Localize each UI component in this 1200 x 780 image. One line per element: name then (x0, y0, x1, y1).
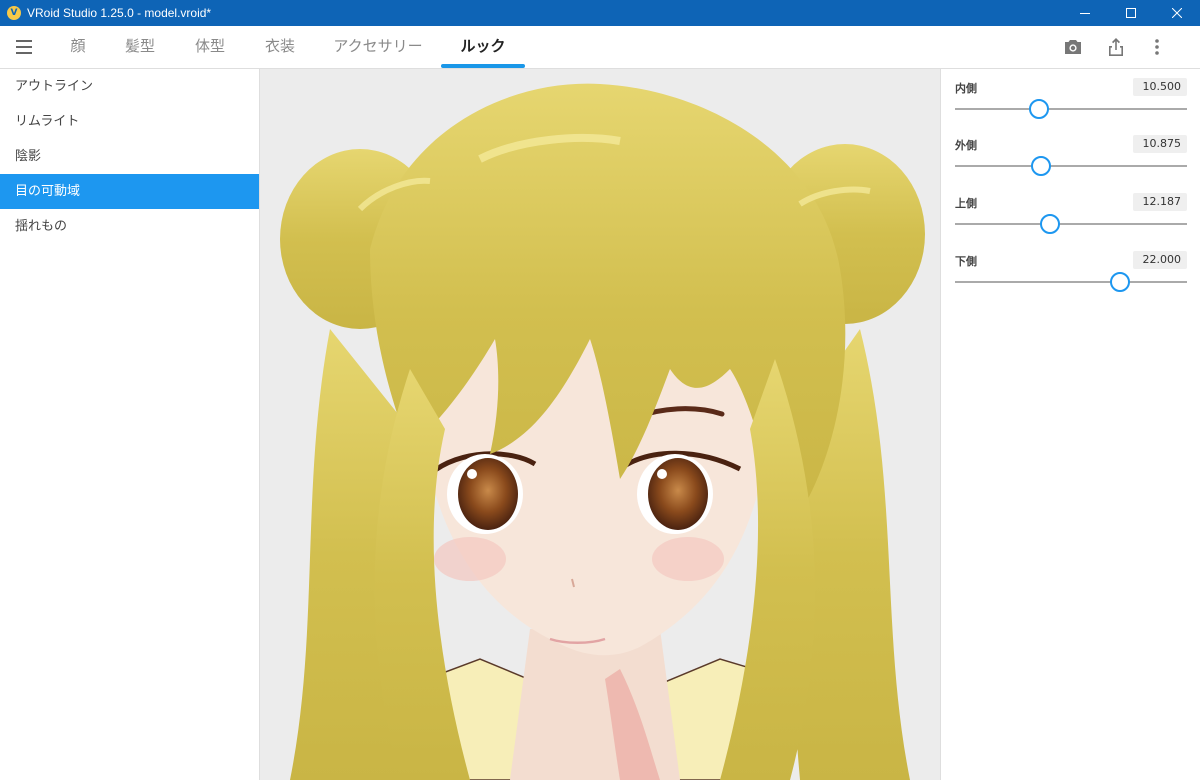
tab-outfit[interactable]: 衣装 (256, 26, 304, 69)
sidebar-item-eye-range[interactable]: 目の可動域 (0, 174, 259, 209)
eye-range-panel: 内側 10.500 外側 10.875 上側 12.187 下側 22.000 (940, 69, 1200, 780)
close-button[interactable] (1154, 0, 1200, 26)
slider-bottom-track[interactable] (955, 281, 1187, 283)
export-icon[interactable] (1106, 37, 1126, 57)
tab-accessory[interactable]: アクセサリー (328, 26, 428, 69)
minimize-button[interactable] (1062, 0, 1108, 26)
maximize-icon (1126, 8, 1136, 18)
maximize-button[interactable] (1108, 0, 1154, 26)
close-icon (1172, 8, 1182, 18)
title-bar: V VRoid Studio 1.25.0 - model.vroid* (0, 0, 1200, 26)
slider-top: 上側 12.187 (955, 184, 1187, 234)
slider-outer-thumb[interactable] (1030, 156, 1051, 176)
vroid-logo-icon: V (7, 6, 21, 20)
sidebar-item-outline[interactable]: アウトライン (0, 69, 259, 104)
slider-bottom-value-field[interactable]: 22.000 (1133, 251, 1187, 269)
slider-inner-thumb[interactable] (1028, 99, 1049, 119)
slider-outer-value-field[interactable]: 10.875 (1133, 135, 1187, 153)
slider-top-label: 上側 (955, 197, 977, 210)
tab-body[interactable]: 体型 (186, 26, 234, 69)
window-title: VRoid Studio 1.25.0 - model.vroid* (27, 6, 212, 20)
model-viewport[interactable] (260, 69, 940, 780)
slider-bottom: 下側 22.000 (955, 242, 1187, 292)
hamburger-menu-icon[interactable] (16, 40, 34, 54)
slider-inner: 内側 10.500 (955, 69, 1187, 119)
tab-look[interactable]: ルック (441, 26, 525, 69)
sidebar-item-rimlight[interactable]: リムライト (0, 104, 259, 139)
sidebar-item-shading[interactable]: 陰影 (0, 139, 259, 174)
active-tab-indicator (441, 64, 525, 68)
slider-inner-value-field[interactable]: 10.500 (1133, 78, 1187, 96)
minimize-icon (1080, 13, 1090, 14)
sidebar-item-sway[interactable]: 揺れもの (0, 209, 259, 244)
slider-top-value-field[interactable]: 12.187 (1133, 193, 1187, 211)
tab-face[interactable]: 顔 (60, 26, 96, 69)
slider-bottom-thumb[interactable] (1109, 272, 1130, 292)
slider-bottom-label: 下側 (955, 255, 977, 268)
slider-top-track[interactable] (955, 223, 1187, 225)
camera-icon[interactable] (1063, 37, 1083, 57)
slider-outer-track[interactable] (955, 165, 1187, 167)
slider-top-thumb[interactable] (1040, 214, 1061, 234)
slider-inner-track[interactable] (955, 108, 1187, 110)
slider-inner-label: 内側 (955, 82, 977, 95)
top-navigation: 顔 髪型 体型 衣装 アクセサリー ルック (0, 26, 1200, 69)
slider-outer: 外側 10.875 (955, 126, 1187, 176)
slider-outer-label: 外側 (955, 139, 977, 152)
look-sidebar: アウトライン リムライト 陰影 目の可動域 揺れもの (0, 69, 260, 780)
tab-hairstyle[interactable]: 髪型 (116, 26, 164, 69)
more-vertical-icon[interactable] (1147, 37, 1167, 57)
character-model-render (280, 83, 925, 780)
